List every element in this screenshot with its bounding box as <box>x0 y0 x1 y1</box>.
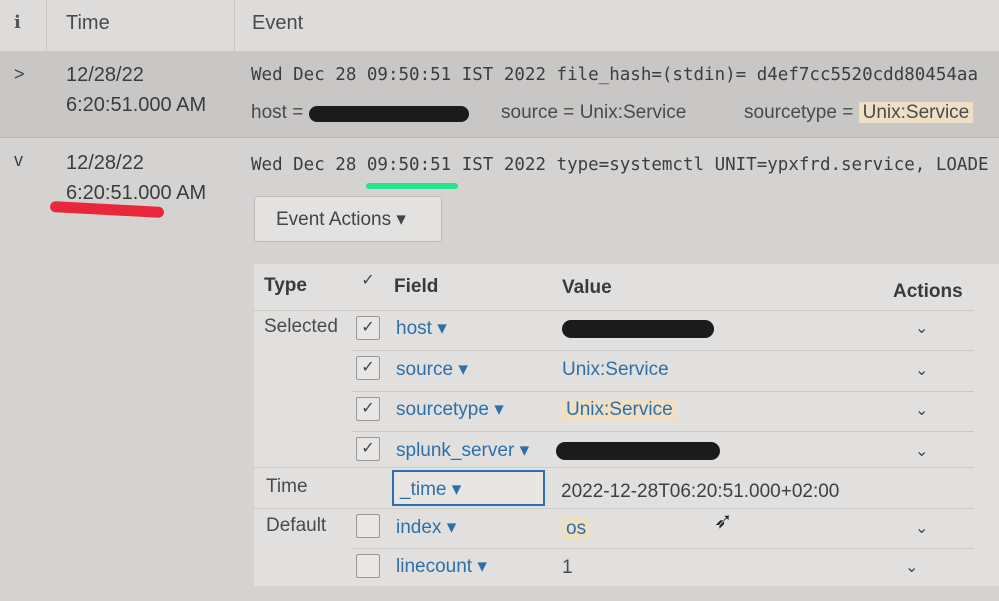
redacted-host-value <box>309 106 469 122</box>
event-column-header: Event <box>252 12 304 34</box>
field-name-time[interactable]: _time ▾ <box>400 478 461 501</box>
row-divider <box>352 548 974 549</box>
field-value-linecount[interactable]: 1 <box>562 557 573 579</box>
divider <box>234 0 235 52</box>
row-divider <box>352 350 974 351</box>
collapse-row-icon[interactable]: v <box>14 150 23 171</box>
meta-sourcetype-value: Unix:Service <box>858 102 974 123</box>
chevron-down-icon[interactable]: ⌄ <box>915 518 928 538</box>
row-divider <box>352 391 974 392</box>
redacted-server-value <box>556 442 720 460</box>
chevron-down-icon[interactable]: ⌄ <box>915 318 928 338</box>
meta-source-value: Unix:Service <box>579 102 687 123</box>
event-row: > 12/28/22 6:20:51.000 AM Wed Dec 28 09:… <box>0 52 999 138</box>
event-actions-label: Event Actions <box>276 209 392 230</box>
meta-sourcetype-label: sourcetype = <box>744 102 854 123</box>
field-label: host <box>396 318 432 339</box>
results-header: i Time Event <box>0 0 999 52</box>
event-time: 6:20:51.000 AM <box>66 94 207 116</box>
field-name-linecount[interactable]: linecount ▾ <box>396 555 487 578</box>
chevron-down-icon[interactable]: ⌄ <box>915 360 928 380</box>
event-timestamp[interactable]: 12/28/22 6:20:51.000 AM <box>66 148 206 208</box>
chevron-down-icon[interactable]: ⌄ <box>915 441 928 461</box>
field-checkbox-sourcetype[interactable]: ✓ <box>356 397 380 421</box>
field-checkbox-host[interactable]: ✓ <box>356 316 380 340</box>
actions-column-header: Actions <box>893 281 963 302</box>
field-name-source[interactable]: source ▾ <box>396 358 468 381</box>
caret-down-icon: ▾ <box>451 479 462 500</box>
field-value-index[interactable]: os <box>562 518 591 540</box>
value-column-header: Value <box>562 277 612 298</box>
caret-down-icon: ▾ <box>437 318 447 339</box>
field-label: splunk_server <box>396 440 515 461</box>
event-raw-text: Wed Dec 28 09:50:51 IST 2022 file_hash=(… <box>251 65 978 85</box>
field-value-source[interactable]: Unix:Service <box>562 359 669 381</box>
row-divider <box>352 431 974 432</box>
field-checkbox-source[interactable]: ✓ <box>356 356 380 380</box>
field-checkbox-index[interactable] <box>356 514 380 538</box>
meta-source[interactable]: source = Unix:Service <box>501 102 686 124</box>
caret-down-icon: ▾ <box>494 399 504 420</box>
group-label-default: Default <box>266 515 327 536</box>
event-raw-text: Wed Dec 28 09:50:51 IST 2022 type=system… <box>251 155 989 175</box>
group-label-selected: Selected <box>264 316 338 337</box>
field-checkbox-linecount[interactable] <box>356 554 380 578</box>
info-icon[interactable]: i <box>14 12 21 33</box>
table-divider <box>254 310 974 311</box>
field-label: source <box>396 359 454 380</box>
field-value-time: 2022-12-28T06:20:51.000+02:00 <box>561 481 840 502</box>
event-date: 12/28/22 <box>66 152 144 174</box>
field-label: index <box>396 517 442 538</box>
divider <box>46 0 47 52</box>
select-all-check-icon[interactable]: ✓ <box>356 270 380 294</box>
event-timestamp[interactable]: 12/28/22 6:20:51.000 AM <box>66 60 206 120</box>
expand-row-icon[interactable]: > <box>14 64 25 85</box>
meta-sourcetype[interactable]: sourcetype = Unix:Service <box>744 102 974 124</box>
group-label-time: Time <box>266 476 308 497</box>
field-value-sourcetype[interactable]: Unix:Service <box>562 399 677 421</box>
field-label: linecount <box>396 556 473 577</box>
type-column-header: Type <box>264 275 307 296</box>
caret-down-icon: ▾ <box>477 556 487 577</box>
field-column-header: Field <box>394 276 439 297</box>
field-label: sourcetype <box>396 399 489 420</box>
caret-down-icon: ▾ <box>519 440 530 461</box>
event-date: 12/28/22 <box>66 64 144 86</box>
field-name-splunk-server[interactable]: splunk_server ▾ <box>396 439 529 462</box>
meta-source-label: source = <box>501 102 575 123</box>
table-divider <box>254 508 974 509</box>
field-name-sourcetype[interactable]: sourcetype ▾ <box>396 398 504 421</box>
field-name-index[interactable]: index ▾ <box>396 516 456 539</box>
chevron-down-icon[interactable]: ⌄ <box>915 400 928 420</box>
time-column-header[interactable]: Time <box>66 12 110 35</box>
caret-down-icon: ▾ <box>396 209 406 230</box>
field-name-host[interactable]: host ▾ <box>396 317 447 340</box>
caret-down-icon: ▾ <box>458 359 468 380</box>
mouse-cursor-icon: ➶ <box>714 508 733 533</box>
table-divider <box>254 467 974 468</box>
redacted-host-value <box>562 320 714 338</box>
meta-host-label[interactable]: host = <box>251 102 303 124</box>
event-actions-button[interactable]: Event Actions ▾ <box>254 196 442 242</box>
field-label: _time <box>400 479 447 500</box>
chevron-down-icon[interactable]: ⌄ <box>905 557 918 577</box>
caret-down-icon: ▾ <box>446 517 457 538</box>
field-checkbox-splunk-server[interactable]: ✓ <box>356 437 380 461</box>
green-marker-annotation <box>366 183 458 189</box>
